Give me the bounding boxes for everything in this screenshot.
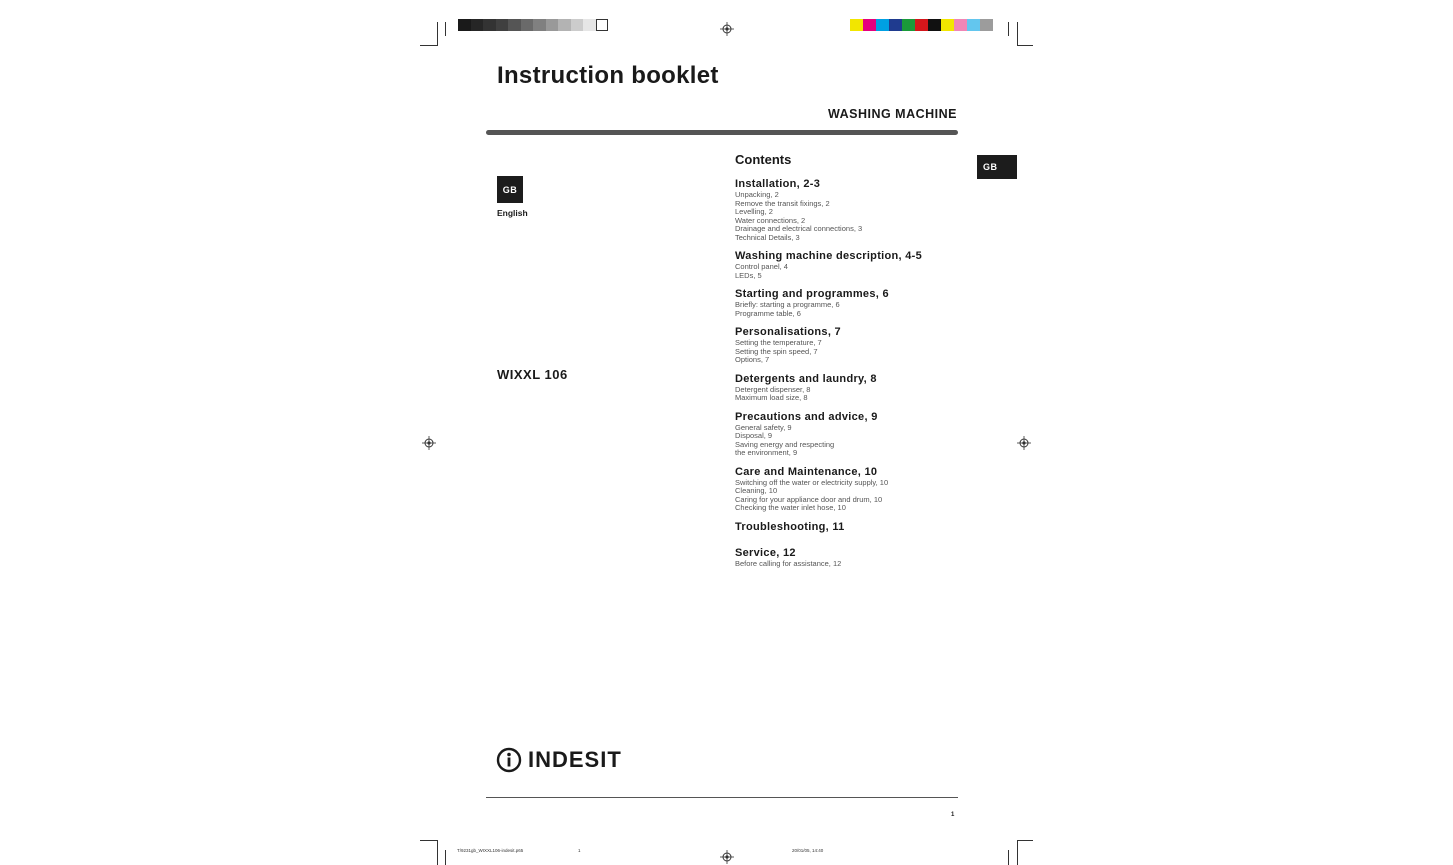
toc-section: Installation, 2-3 Unpacking, 2 Remove the … (735, 178, 975, 242)
crop-mark (1017, 840, 1033, 841)
crop-mark (1008, 850, 1009, 865)
toc-entry: Checking the water inlet hose, 10 (735, 503, 846, 512)
grayscale-color-bar (458, 19, 608, 31)
language-badge: GB (497, 176, 523, 203)
toc-section: Detergents and laundry, 8 Detergent dispe… (735, 373, 975, 403)
color-swatch (941, 19, 954, 31)
toc-entry: Control panel, 4 (735, 262, 788, 271)
crop-mark (420, 840, 438, 841)
page-number: 1 (951, 812, 955, 818)
toc-section: Care and Maintenance, 10 Switching off th… (735, 466, 975, 513)
toc-section-title: Precautions and advice, 9 (735, 410, 878, 423)
color-swatch (928, 19, 941, 31)
color-swatch (570, 19, 583, 31)
registration-mark-icon (720, 22, 734, 36)
color-swatch (483, 19, 496, 31)
crop-mark (1017, 45, 1033, 46)
indesit-logo-icon (496, 747, 522, 773)
language-label: English (497, 208, 528, 218)
toc-section-title: Troubleshooting, 11 (735, 520, 845, 533)
color-swatch (495, 19, 508, 31)
toc-section-title: Service, 12 (735, 546, 796, 559)
crop-mark (445, 850, 446, 865)
toc-entry: Setting the spin speed, 7 (735, 346, 818, 356)
color-swatch (470, 19, 483, 31)
crop-mark (437, 840, 438, 865)
toc-entry: Before calling for assistance, 12 (735, 558, 842, 568)
color-swatch (876, 19, 889, 31)
registration-mark-icon (720, 850, 734, 864)
toc-section: Personalisations, 7 Setting the temperatu… (735, 326, 975, 365)
footer-rule (486, 797, 958, 798)
crop-mark (420, 45, 438, 46)
slug-date: 20/01/05, 14:40 (792, 848, 824, 853)
model-number: WIXXL 106 (497, 367, 568, 382)
slug-page: 1 (578, 848, 581, 853)
color-swatch (954, 19, 967, 31)
color-swatch (850, 19, 863, 31)
color-swatch (863, 19, 876, 31)
toc-entry: the environment, 9 (735, 448, 798, 457)
toc-section: Precautions and advice, 9 General safety,… (735, 411, 975, 458)
brand-logo: INDESIT (496, 747, 622, 773)
header-rule (486, 130, 958, 135)
table-of-contents: Installation, 2-3 Unpacking, 2 Remove the … (735, 178, 975, 576)
process-color-bar (850, 19, 993, 31)
color-swatch (902, 19, 915, 31)
registration-mark-icon (422, 436, 436, 450)
color-swatch (458, 19, 471, 31)
toc-section-title: Care and Maintenance, 10 (735, 465, 878, 478)
toc-entry: LEDs, 5 (735, 270, 762, 280)
color-swatch (967, 19, 980, 31)
contents-heading: Contents (735, 152, 792, 167)
crop-mark (445, 22, 446, 36)
registration-mark-icon (1017, 436, 1031, 450)
color-swatch (595, 19, 608, 31)
toc-section: Troubleshooting, 11 (735, 521, 975, 534)
crop-mark (437, 22, 438, 46)
document-subtitle: WASHING MACHINE (827, 107, 957, 121)
toc-entry: Technical Details, 3 (735, 232, 800, 242)
color-swatch (508, 19, 521, 31)
color-swatch (533, 19, 546, 31)
toc-entry: Programme table, 6 (735, 308, 801, 318)
toc-section: Starting and programmes, 6 Briefly: start… (735, 288, 975, 318)
toc-entry: Options, 7 (735, 355, 770, 364)
color-swatch (545, 19, 558, 31)
color-swatch (889, 19, 902, 31)
language-tab: GB (977, 155, 1017, 179)
toc-section: Washing machine description, 4-5 Control … (735, 250, 975, 280)
crop-mark (1008, 22, 1009, 36)
color-swatch (520, 19, 533, 31)
color-swatch (980, 19, 993, 31)
color-swatch (583, 19, 596, 31)
document-title: Instruction booklet (497, 62, 719, 89)
crop-mark (1017, 22, 1018, 46)
brand-name: INDESIT (528, 747, 622, 772)
toc-section-title: Detergents and laundry, 8 (735, 372, 877, 385)
color-swatch (558, 19, 571, 31)
crop-mark (1017, 840, 1018, 865)
toc-section: Service, 12 Before calling for assistance… (735, 547, 975, 569)
toc-entry: Maximum load size, 8 (735, 393, 808, 402)
color-swatch (915, 19, 928, 31)
slug-file: T/9231gb_WIXXL106-indesit.p65 (457, 848, 524, 853)
